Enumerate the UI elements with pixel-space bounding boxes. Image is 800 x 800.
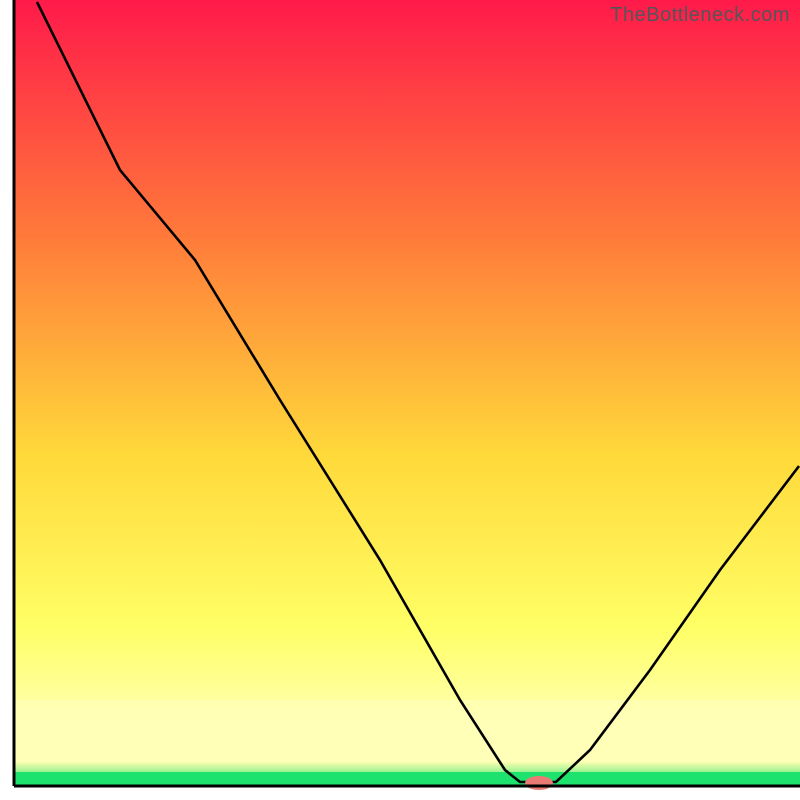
- plot-background: [15, 0, 800, 785]
- watermark-text: TheBottleneck.com: [610, 4, 790, 27]
- pale-band: [15, 700, 800, 762]
- highlight-marker: [525, 776, 553, 790]
- chart-container: TheBottleneck.com: [0, 0, 800, 800]
- green-band: [15, 772, 800, 785]
- chart-svg: [0, 0, 800, 800]
